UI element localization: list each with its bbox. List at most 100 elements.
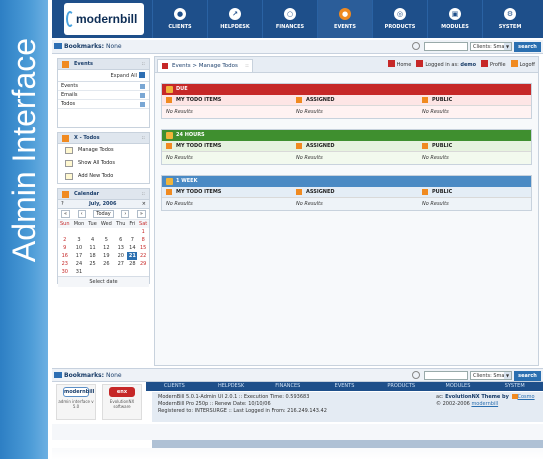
calendar-day[interactable] [127,228,137,236]
calendar-day[interactable]: 29 [137,260,149,268]
events-row-todos[interactable]: Todos [58,100,149,109]
expand-icon[interactable] [140,102,145,107]
expand-icon[interactable] [140,93,145,98]
search-input[interactable] [424,42,468,51]
footer-info-line: ModernBill Pro 250p :: Renew Date: 10/10… [158,401,271,407]
expand-icon[interactable] [140,84,145,89]
nav-label: SYSTEM [498,24,522,30]
calendar-day[interactable] [86,228,98,236]
calendar-day[interactable]: 8 [137,236,149,244]
modernbill-link[interactable]: modernbill [471,401,498,407]
footer-nav-finances[interactable]: FINANCES [259,382,316,391]
calendar-day[interactable]: 27 [114,260,127,268]
footer-nav-helpdesk[interactable]: HELPDESK [203,382,260,391]
todo-link-add[interactable]: Add New Todo [58,170,149,183]
events-row-events[interactable]: Events [58,82,149,91]
nav-products[interactable]: ◎ PRODUCTS [372,0,427,38]
collapse-icon[interactable]: :: [142,189,145,200]
footer-nav-system[interactable]: SYSTEM [486,382,543,391]
calendar-week: 23 24 25 26 27 28 29 [58,260,149,268]
calendar-day[interactable]: 19 [99,252,114,260]
calendar-day[interactable] [99,268,114,276]
calendar-day[interactable] [127,268,137,276]
modernbill-badge[interactable]: modernbill admin interface v 5.0 [56,384,96,420]
today-button[interactable]: Today [93,210,114,218]
calendar-day[interactable]: 14 [127,244,137,252]
nav-helpdesk[interactable]: ↗ HELPDESK [207,0,262,38]
calendar-day[interactable]: 7 [127,236,137,244]
calendar-day[interactable] [137,268,149,276]
calendar-day[interactable]: 10 [72,244,87,252]
modernbill-logo[interactable]: modernbill [64,3,144,35]
close-tab-icon[interactable]: :: [245,60,249,72]
logoff-link[interactable]: Logoff [510,60,535,68]
calendar-help-icon[interactable]: ? [61,201,64,207]
calendar-day[interactable]: 11 [86,244,98,252]
collapse-icon[interactable]: :: [142,59,145,70]
calendar-day[interactable] [86,268,98,276]
nav-events[interactable]: ● EVENTS [317,0,372,38]
calendar-day[interactable]: 26 [99,260,114,268]
calendar-day[interactable]: 30 [58,268,72,276]
calendar-day[interactable]: 3 [72,236,87,244]
home-link[interactable]: Home [387,60,411,68]
calendar-day-selected[interactable]: 21 [127,252,138,260]
calendar-day[interactable]: 24 [72,260,87,268]
calendar-day[interactable]: 31 [72,268,87,276]
calendar-panel: Calendar:: ? July, 2006 × « ‹ Today › » Su… [57,188,150,287]
calendar-day[interactable]: 4 [86,236,98,244]
prev-year-button[interactable]: « [61,210,71,218]
events-row-emails[interactable]: Emails [58,91,149,100]
calendar-day[interactable] [114,268,127,276]
calendar-day[interactable]: 25 [86,260,98,268]
calendar-day[interactable]: 12 [99,244,114,252]
nav-system[interactable]: ⚙ SYSTEM [482,0,537,38]
footer-nav-clients[interactable]: CLIENTS [146,382,203,391]
bottom-search-scope-select[interactable]: Clients: Smart ▼ [470,371,512,380]
calendar-day[interactable] [114,228,127,236]
footer-nav-modules[interactable]: MODULES [430,382,487,391]
todo-link-manage[interactable]: Manage Todos [58,144,149,157]
calendar-footer: Select date [58,276,149,287]
calendar-day[interactable]: 2 [58,236,72,244]
collapse-icon[interactable]: :: [142,133,145,144]
evolutionnx-badge[interactable]: enx EvolutionNX software [102,384,142,420]
nav-modules[interactable]: ▣ MODULES [427,0,482,38]
calendar-day[interactable]: 20 [114,252,127,260]
bottom-search-button[interactable]: search [514,371,541,381]
calendar-close-icon[interactable]: × [142,201,146,207]
calendar-day[interactable]: 22 [137,252,149,260]
next-year-button[interactable]: » [136,210,146,218]
nav-label: CLIENTS [168,24,192,30]
calendar-day[interactable]: 13 [114,244,127,252]
calendar-day[interactable]: 18 [86,252,98,260]
search-scope-select[interactable]: Clients: Smart ▼ [470,42,512,51]
calendar-day[interactable]: 15 [137,244,149,252]
calendar-day[interactable] [99,228,114,236]
search-button[interactable]: search [514,42,541,52]
calendar-day[interactable]: 5 [99,236,114,244]
calendar-day[interactable]: 28 [127,260,137,268]
next-month-button[interactable]: › [121,210,130,218]
tab-manage-todos[interactable]: Events > Manage Todos :: [157,59,253,72]
profile-link[interactable]: Profile [481,60,506,68]
theme-author-link[interactable]: Cosmo [518,394,535,400]
bookmark-flag-icon [54,43,62,49]
calendar-day[interactable]: 23 [58,260,72,268]
nav-clients[interactable]: ● CLIENTS [152,0,207,38]
todo-link-show-all[interactable]: Show All Todos [58,157,149,170]
footer-nav-products[interactable]: PRODUCTS [373,382,430,391]
calendar-day[interactable]: 16 [58,252,72,260]
calendar-day[interactable] [58,228,72,236]
bottom-search-input[interactable] [424,371,468,380]
expand-all[interactable]: Expand All [58,70,149,82]
calendar-day[interactable]: 6 [114,236,127,244]
prev-month-button[interactable]: ‹ [77,210,86,218]
calendar-day[interactable]: 1 [137,228,149,236]
calendar-day[interactable]: 9 [58,244,72,252]
calendar-day[interactable] [72,228,87,236]
calendar-day[interactable]: 17 [72,252,87,260]
nav-finances[interactable]: ○ FINANCES [262,0,317,38]
banner-title: Admin Interface [6,37,42,263]
footer-nav-events[interactable]: EVENTS [316,382,373,391]
